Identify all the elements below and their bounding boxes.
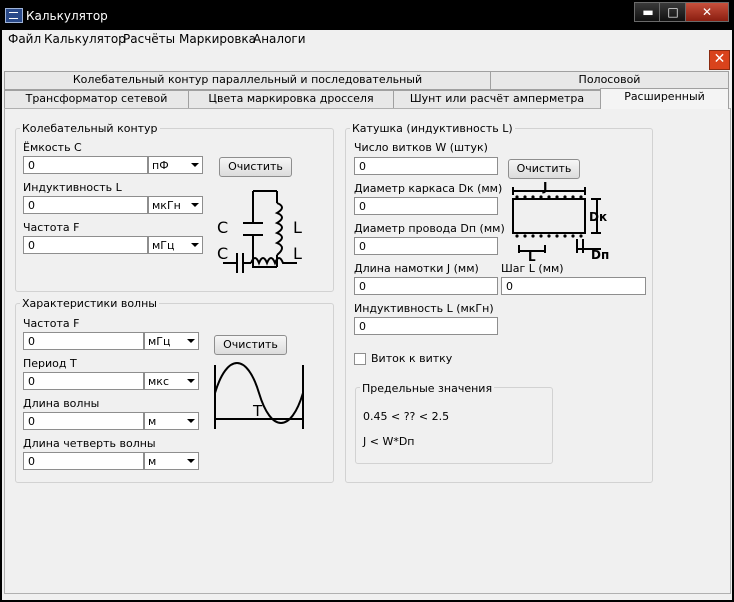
- title-bar: Калькулятор ▬ □ ✕: [0, 0, 734, 30]
- wave-group-title: Характеристики волны: [20, 297, 159, 310]
- winding-length-input[interactable]: 0: [354, 277, 498, 295]
- oscillator-clear-button[interactable]: Очистить: [219, 157, 292, 177]
- oscillator-group-title: Колебательный контур: [20, 122, 160, 135]
- winding-length-label: Длина намотки J (мм): [354, 262, 479, 275]
- coil-inductance-label: Индуктивность L (мкГн): [354, 302, 494, 315]
- sine-wave-diagram: T: [214, 362, 304, 429]
- quarter-wave-input[interactable]: 0: [23, 452, 144, 470]
- diagram-l2: L: [293, 244, 302, 263]
- diagram-l1: L: [293, 218, 302, 237]
- coil-group-title: Катушка (индуктивность L): [350, 122, 515, 135]
- wavelength-unit-select[interactable]: м: [144, 412, 199, 430]
- limits-line-1: 0.45 < ?? < 2.5: [363, 410, 450, 423]
- tab-shunt[interactable]: Шунт или расчёт амперметра: [393, 90, 601, 109]
- capacitance-label: Ёмкость С: [23, 141, 82, 154]
- diagram-dk-label: Dк: [589, 210, 607, 224]
- limits-group-title: Предельные значения: [360, 382, 495, 395]
- wave-frequency-unit-select[interactable]: мГц: [144, 332, 199, 350]
- menu-calculations[interactable]: Расчёты: [123, 32, 175, 46]
- wire-diameter-input[interactable]: 0: [354, 237, 498, 255]
- turns-label: Число витков W (штук): [354, 141, 488, 154]
- capacitance-unit-select[interactable]: пФ: [148, 156, 203, 174]
- wire-diameter-label: Диаметр провода Dп (мм): [354, 222, 505, 235]
- menu-analogs[interactable]: Аналоги: [253, 32, 306, 46]
- wave-frequency-input[interactable]: 0: [23, 332, 144, 350]
- chevron-down-icon: [187, 459, 195, 463]
- diagram-dp-label: Dп: [591, 248, 609, 262]
- frame-diameter-input[interactable]: 0: [354, 197, 498, 215]
- wave-frequency-unit-value: мГц: [148, 335, 171, 348]
- chevron-down-icon: [191, 163, 199, 167]
- tab-extended[interactable]: Расширенный: [600, 88, 729, 109]
- wavelength-label: Длина волны: [23, 397, 100, 410]
- chevron-down-icon: [187, 339, 195, 343]
- inductance-unit-value: мкГн: [152, 199, 181, 212]
- chevron-down-icon: [187, 419, 195, 423]
- period-input[interactable]: 0: [23, 372, 144, 390]
- menu-calculator[interactable]: Калькулятор: [44, 32, 126, 46]
- limits-group: [355, 387, 553, 464]
- client-area: Файл Калькулятор Расчёты Маркировка Анал…: [2, 30, 732, 600]
- app-window: Калькулятор ▬ □ ✕ Файл Калькулятор Расчё…: [0, 0, 734, 602]
- menu-file[interactable]: Файл: [8, 32, 41, 46]
- lc-circuit-diagram: C L C L: [217, 190, 302, 273]
- frequency-unit-select[interactable]: мГц: [148, 236, 203, 254]
- quarter-wave-label: Длина четверть волны: [23, 437, 156, 450]
- frequency-label: Частота F: [23, 221, 80, 234]
- coil-inductance-input[interactable]: 0: [354, 317, 498, 335]
- coil-clear-button[interactable]: Очистить: [508, 159, 580, 179]
- wave-clear-button[interactable]: Очистить: [214, 335, 287, 355]
- turn-to-turn-checkbox[interactable]: [354, 353, 366, 365]
- inductance-input[interactable]: 0: [23, 196, 148, 214]
- window-close-button[interactable]: ✕: [685, 2, 729, 22]
- wavelength-unit-value: м: [148, 415, 157, 428]
- period-unit-value: мкс: [148, 375, 169, 388]
- menu-marking[interactable]: Маркировка: [179, 32, 256, 46]
- close-panel-icon[interactable]: ✕: [709, 50, 730, 70]
- diagram-c1: C: [217, 218, 228, 237]
- tab-choke-color[interactable]: Цвета маркировка дросселя: [188, 90, 394, 109]
- capacitance-unit-value: пФ: [152, 159, 169, 172]
- diagram-c2: C: [217, 244, 228, 263]
- pitch-label: Шаг L (мм): [501, 262, 564, 275]
- coil-dimensions-diagram: J Dк L Dп: [512, 181, 609, 263]
- minimize-button[interactable]: ▬: [634, 2, 662, 22]
- diagram-l-label: L: [528, 250, 536, 263]
- frame-diameter-label: Диаметр каркаса Dк (мм): [354, 182, 503, 195]
- chevron-down-icon: [187, 379, 195, 383]
- frequency-input[interactable]: 0: [23, 236, 148, 254]
- maximize-button[interactable]: □: [659, 2, 687, 22]
- window-title: Калькулятор: [26, 9, 108, 23]
- wave-frequency-label: Частота F: [23, 317, 80, 330]
- inductance-label: Индуктивность L: [23, 181, 122, 194]
- limits-line-2: J < W*Dп: [363, 435, 415, 448]
- menu-bar: Файл Калькулятор Расчёты Маркировка Анал…: [2, 30, 732, 48]
- tab-transformer[interactable]: Трансформатор сетевой: [4, 90, 189, 109]
- turn-to-turn-label: Виток к витку: [371, 352, 453, 365]
- capacitance-input[interactable]: 0: [23, 156, 148, 174]
- tab-panel-extended: Колебательный контур Ёмкость С 0 пФ Очис…: [4, 108, 731, 594]
- wavelength-input[interactable]: 0: [23, 412, 144, 430]
- inductance-unit-select[interactable]: мкГн: [148, 196, 203, 214]
- frequency-unit-value: мГц: [152, 239, 175, 252]
- quarter-wave-unit-value: м: [148, 455, 157, 468]
- turns-input[interactable]: 0: [354, 157, 498, 175]
- period-unit-select[interactable]: мкс: [144, 372, 199, 390]
- quarter-wave-unit-select[interactable]: м: [144, 452, 199, 470]
- period-label: Период T: [23, 357, 77, 370]
- tab-oscillating-circuit[interactable]: Колебательный контур параллельный и посл…: [4, 71, 491, 90]
- chevron-down-icon: [191, 243, 199, 247]
- pitch-input[interactable]: 0: [501, 277, 646, 295]
- diagram-j-label: J: [542, 181, 547, 194]
- chevron-down-icon: [191, 203, 199, 207]
- calculator-app-icon: [5, 8, 23, 23]
- diagram-period-t: T: [252, 402, 263, 420]
